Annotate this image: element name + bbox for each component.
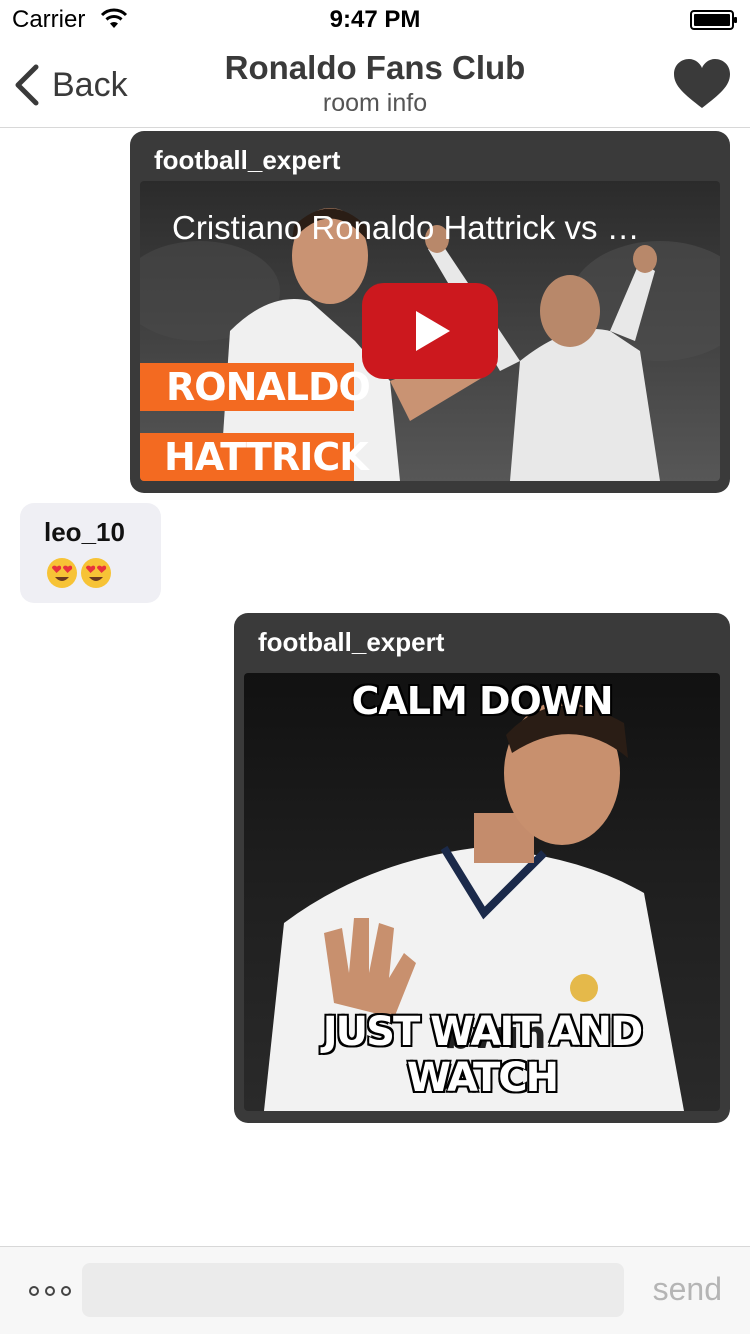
heart-icon[interactable] — [672, 58, 732, 110]
thumbnail-banner: HATTRICK — [140, 433, 369, 481]
message-text — [46, 557, 112, 589]
nav-title-group: Ronaldo Fans Club room info — [150, 48, 600, 118]
back-label: Back — [52, 65, 128, 104]
composer-bar: send — [0, 1246, 750, 1334]
more-dots-icon[interactable] — [26, 1279, 76, 1303]
meme-image[interactable]: bwin CALM DOWN JUST WAIT AND WATCH — [244, 673, 720, 1111]
heart-eyes-emoji — [81, 558, 111, 588]
video-thumbnail[interactable]: Cristiano Ronaldo Hattrick vs … RONALDO … — [140, 181, 720, 481]
message-bubble: leo_10 — [20, 503, 161, 603]
nav-bar: Back Ronaldo Fans Club room info — [0, 40, 750, 128]
heart-eyes-emoji — [47, 558, 77, 588]
clock: 9:47 PM — [329, 6, 421, 33]
meme-bottom-text: JUST WAIT AND WATCH — [322, 1009, 643, 1101]
room-info-link[interactable]: room info — [150, 88, 600, 118]
back-button[interactable]: Back — [12, 62, 128, 108]
status-bar: Carrier 9:47 PM — [0, 0, 750, 40]
message-bubble: football_expert bwin CALM DOWN JUST WAIT… — [234, 613, 730, 1123]
room-title: Ronaldo Fans Club — [224, 49, 526, 86]
message-input[interactable] — [82, 1263, 624, 1317]
message-bubble: football_expert Cristiano Ronaldo Hattri… — [130, 131, 730, 493]
battery-full-icon — [690, 10, 737, 30]
message-sender: football_expert — [154, 145, 341, 175]
chevron-left-icon — [15, 64, 39, 106]
meme-top-text: CALM DOWN — [351, 679, 613, 723]
video-title: Cristiano Ronaldo Hattrick vs … — [172, 209, 640, 246]
youtube-play-icon[interactable] — [362, 283, 498, 379]
thumbnail-banner: RONALDO — [140, 363, 371, 411]
message-sender: leo_10 — [44, 517, 125, 547]
send-button[interactable]: send — [653, 1271, 722, 1308]
message-sender: football_expert — [258, 627, 445, 657]
